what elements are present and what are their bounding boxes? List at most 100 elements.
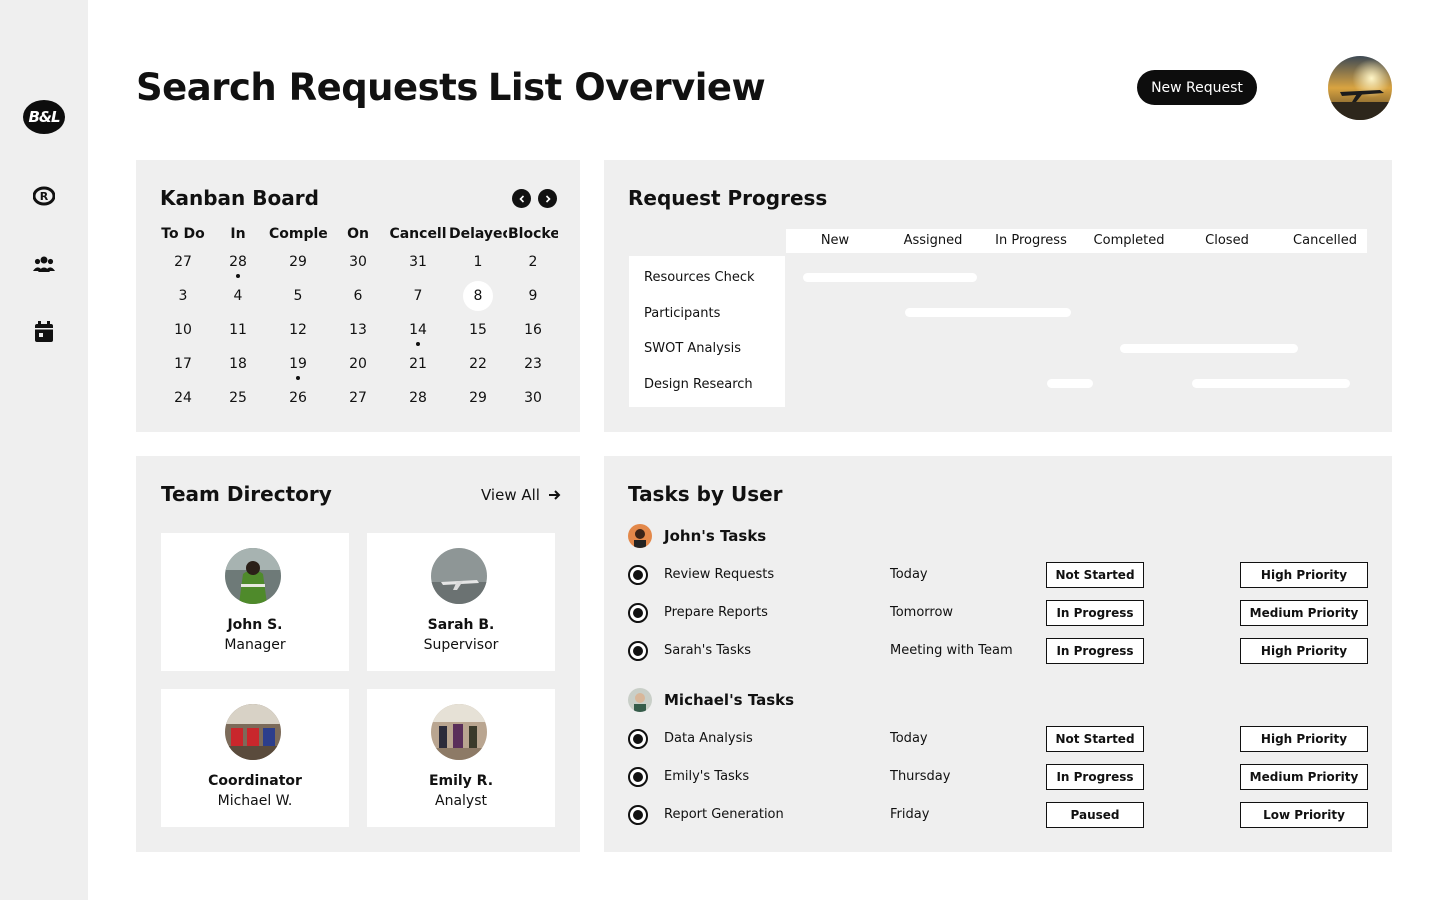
calendar-day[interactable]: 17 [167,350,199,378]
prev-month-button[interactable] [512,189,531,208]
calendar-day[interactable]: 15 [462,316,494,344]
progress-bar-swot-analysis [1120,344,1298,353]
calendar-day[interactable]: 3 [167,282,199,310]
calendar-day[interactable]: 23 [517,350,549,378]
sidebar: B&L R [0,0,88,900]
task-status-badge[interactable]: Not Started [1046,562,1144,588]
task-radio[interactable] [628,565,648,585]
task-radio[interactable] [628,641,648,661]
calendar-day[interactable]: 31 [402,248,434,276]
member-photo [225,704,281,760]
tasks-title: Tasks by User [628,482,783,506]
calendar-day[interactable]: 9 [517,282,549,310]
view-all-link[interactable]: View All [481,486,561,504]
calendar-day[interactable]: 29 [282,248,314,276]
calendar-day[interactable]: 22 [462,350,494,378]
calendar-column-header: On [347,226,369,242]
svg-text:R: R [40,190,49,203]
task-priority-badge[interactable]: High Priority [1240,638,1368,664]
calendar-icon[interactable] [32,320,56,344]
team-directory-title: Team Directory [161,482,332,506]
calendar-day[interactable]: 18 [222,350,254,378]
calendar-day[interactable]: 21 [402,350,434,378]
team-member-card[interactable]: Emily R. Analyst [367,689,555,827]
progress-row-labels: Resources Check Participants SWOT Analysis… [629,256,785,407]
view-all-label: View All [481,486,540,504]
calendar-day[interactable]: 28 [222,248,254,276]
task-priority-badge[interactable]: High Priority [1240,726,1368,752]
task-status-badge[interactable]: In Progress [1046,638,1144,664]
task-priority-badge[interactable]: Medium Priority [1240,764,1368,790]
calendar-day[interactable]: 24 [167,384,199,412]
calendar-day[interactable]: 20 [342,350,374,378]
calendar-day[interactable]: 30 [517,384,549,412]
calendar-day[interactable]: 27 [342,384,374,412]
team-member-card[interactable]: Sarah B. Supervisor [367,533,555,671]
request-progress-panel: Request Progress New Assigned In Progress C… [604,160,1392,432]
progress-row-label: Resources Check [644,270,755,285]
calendar-day[interactable]: 5 [282,282,314,310]
member-photo [225,548,281,604]
calendar-day[interactable]: 26 [282,384,314,412]
task-radio[interactable] [628,603,648,623]
brand-logo[interactable]: B&L [23,100,65,134]
calendar-column-header: Delayec [449,226,507,242]
calendar-day-selected[interactable]: 8 [463,281,493,311]
task-row: Data Analysis Today Not Started High Priori… [628,726,1368,752]
calendar-column-header: Blocke [508,226,558,242]
progress-row-label: SWOT Analysis [644,341,741,356]
task-due: Today [890,567,928,582]
user-avatar-small [628,688,652,712]
team-member-card[interactable]: John S. Manager [161,533,349,671]
calendar-day[interactable]: 27 [167,248,199,276]
calendar-day[interactable]: 10 [167,316,199,344]
calendar-day[interactable]: 7 [402,282,434,310]
task-status-badge[interactable]: Not Started [1046,726,1144,752]
calendar-day[interactable]: 30 [342,248,374,276]
calendar-day[interactable]: 25 [222,384,254,412]
task-radio[interactable] [628,767,648,787]
calendar-day[interactable]: 13 [342,316,374,344]
member-role: Michael W. [217,793,293,809]
team-member-card[interactable]: Coordinator Michael W. [161,689,349,827]
page-title: Search Requests List Overview [136,66,766,109]
task-row: Emily's Tasks Thursday In Progress Medium P… [628,764,1368,790]
calendar-day[interactable]: 1 [462,248,494,276]
calendar-day[interactable]: 16 [517,316,549,344]
member-name: Coordinator [208,773,302,789]
calendar-day[interactable]: 2 [517,248,549,276]
page-title-primary: Search Requests [136,66,478,109]
calendar-day[interactable]: 6 [342,282,374,310]
calendar-day[interactable]: 19 [282,350,314,378]
task-radio[interactable] [628,729,648,749]
calendar-day[interactable]: 28 [402,384,434,412]
calendar-event-dot [236,274,240,278]
task-name: Data Analysis [664,731,753,746]
task-priority-badge[interactable]: Medium Priority [1240,600,1368,626]
calendar-event-dot [296,376,300,380]
registered-icon[interactable]: R [32,184,56,208]
new-request-button[interactable]: New Request [1137,70,1257,105]
task-radio[interactable] [628,805,648,825]
next-month-button[interactable] [538,189,557,208]
calendar-day[interactable]: 14 [402,316,434,344]
task-row: Report Generation Friday Paused Low Priorit… [628,802,1368,828]
member-role: Manager [224,637,286,653]
calendar-day[interactable]: 12 [282,316,314,344]
tasks-by-user-panel: Tasks by User John's Tasks Review Reques… [604,456,1392,852]
user-avatar[interactable] [1328,56,1392,120]
users-icon[interactable] [32,252,56,276]
task-due: Thursday [890,769,951,784]
member-name: John S. [227,617,283,633]
progress-column-header: New [820,233,850,248]
calendar-day[interactable]: 29 [462,384,494,412]
task-status-badge[interactable]: In Progress [1046,764,1144,790]
task-due: Meeting with Team [890,643,1013,658]
calendar-day[interactable]: 4 [222,282,254,310]
task-status-badge[interactable]: In Progress [1046,600,1144,626]
calendar-day[interactable]: 11 [222,316,254,344]
user-avatar-small [628,524,652,548]
task-status-badge[interactable]: Paused [1046,802,1144,828]
task-priority-badge[interactable]: High Priority [1240,562,1368,588]
task-priority-badge[interactable]: Low Priority [1240,802,1368,828]
